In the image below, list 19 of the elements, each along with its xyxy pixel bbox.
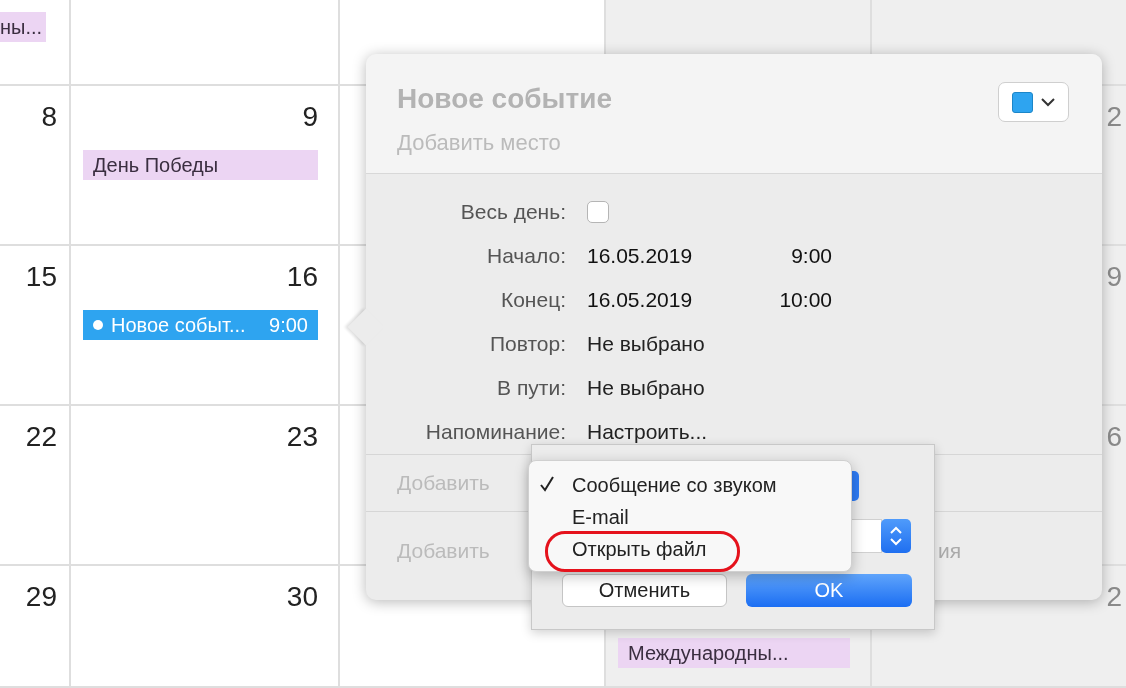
field-label: Конец: <box>499 288 566 312</box>
day-number: 8 <box>41 100 57 134</box>
field-label: Повтор: <box>488 332 566 356</box>
field-label: Весь день: <box>459 200 566 224</box>
day-number: 22 <box>25 420 57 454</box>
day-number: 9 <box>302 100 318 134</box>
field-label: В пути: <box>496 376 566 400</box>
field-label: Напоминание: <box>424 420 566 444</box>
day-number: 2 <box>1106 100 1122 134</box>
day-number: 15 <box>25 260 57 294</box>
add-row-text: ия <box>938 538 962 563</box>
day-number: 30 <box>286 580 318 614</box>
day-number: 6 <box>1106 420 1122 454</box>
day-number: 16 <box>286 260 318 294</box>
day-number: 23 <box>286 420 318 454</box>
day-number: 9 <box>1106 260 1122 294</box>
day-number: 2 <box>1106 580 1122 614</box>
day-number: 29 <box>25 580 57 614</box>
field-label: Начало: <box>486 244 566 268</box>
